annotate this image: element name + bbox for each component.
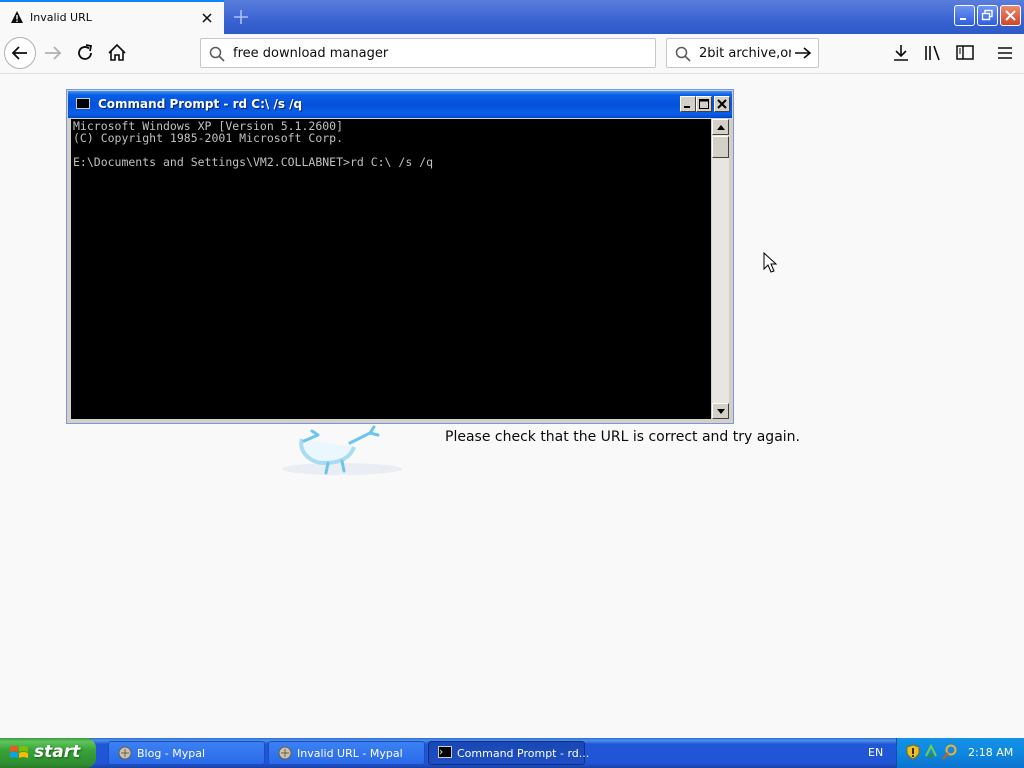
menu-button[interactable] [994, 42, 1018, 66]
search-bar[interactable] [666, 38, 819, 68]
search-magnifier-icon[interactable] [942, 744, 958, 763]
taskbar-item-command-prompt[interactable]: Command Prompt - rd... [428, 741, 589, 765]
search-icon [209, 46, 225, 65]
mypal-icon [278, 746, 292, 763]
navigation-toolbar [0, 34, 1024, 74]
home-button[interactable] [106, 42, 130, 66]
cmd-scrollbar[interactable] [712, 119, 729, 419]
warning-icon [10, 10, 24, 27]
system-tray: 2:18 AM [896, 738, 1024, 768]
taskbar-item-invalid-url[interactable]: Invalid URL - Mypal [268, 741, 425, 765]
menu-icon [998, 47, 1012, 59]
cmd-app-icon [76, 98, 90, 109]
forward-arrow-icon [45, 46, 62, 60]
close-tab-icon[interactable] [199, 10, 215, 26]
taskbar-item-label: Invalid URL - Mypal [297, 747, 403, 760]
language-indicator[interactable]: EN [868, 746, 883, 759]
windows-logo-icon [9, 744, 29, 765]
arrow-right-icon[interactable] [794, 45, 812, 64]
cmd-maximize-button[interactable] [696, 96, 712, 112]
error-message: Please check that the URL is correct and… [445, 429, 800, 445]
mouse-cursor-icon [763, 251, 779, 277]
cmd-app-icon [438, 746, 452, 761]
new-tab-plus-icon[interactable] [231, 7, 251, 27]
command-prompt-window[interactable]: Command Prompt - rd C:\ /s /q Microsoft … [66, 89, 734, 424]
console-output[interactable]: Microsoft Windows XP [Version 5.1.2600](… [71, 119, 711, 419]
back-arrow-icon [11, 46, 27, 60]
tab-invalid-url[interactable]: Invalid URL [0, 0, 224, 34]
taskbar-item-label: Command Prompt - rd... [457, 747, 590, 760]
start-label: start [34, 742, 81, 762]
search-icon [675, 46, 691, 65]
cmd-title: Command Prompt - rd C:\ /s /q [98, 97, 303, 111]
reload-button[interactable] [74, 42, 98, 66]
network-icon[interactable] [924, 743, 938, 763]
console-line: (C) Copyright 1985-2001 Microsoft Corp. [73, 131, 344, 145]
minimize-button[interactable] [954, 5, 975, 26]
cmd-minimize-button[interactable] [680, 96, 696, 112]
restore-button[interactable] [977, 5, 998, 26]
url-input[interactable] [233, 44, 643, 62]
library-icon [925, 45, 940, 61]
close-window-button[interactable] [1000, 5, 1021, 26]
home-icon [108, 43, 126, 61]
taskbar: start Blog - Mypal Invalid URL - Mypal C… [0, 738, 1024, 768]
clock: 2:18 AM [968, 746, 1014, 759]
start-button[interactable]: start [0, 738, 96, 768]
scroll-up-button[interactable] [712, 119, 729, 135]
tab-title: Invalid URL [30, 11, 92, 24]
security-shield-icon[interactable] [906, 744, 920, 763]
forward-button[interactable] [42, 42, 66, 66]
back-button[interactable] [4, 37, 36, 69]
cmd-close-button[interactable] [714, 96, 730, 112]
url-bar[interactable] [200, 38, 656, 68]
console-line: E:\Documents and Settings\VM2.COLLABNET>… [73, 155, 434, 169]
download-icon [894, 45, 908, 61]
taskbar-item-blog[interactable]: Blog - Mypal [108, 741, 265, 765]
sidebar-button[interactable] [954, 42, 978, 66]
download-button[interactable] [890, 42, 914, 66]
sidebar-icon [956, 45, 974, 60]
mypal-icon [118, 746, 132, 763]
taskbar-item-label: Blog - Mypal [137, 747, 206, 760]
scroll-down-button[interactable] [712, 403, 729, 419]
cmd-titlebar[interactable]: Command Prompt - rd C:\ /s /q [68, 91, 732, 118]
scroll-thumb[interactable] [712, 136, 729, 158]
error-illustration [262, 419, 412, 492]
search-input[interactable] [699, 44, 791, 62]
reload-icon [78, 44, 93, 60]
browser-tabstrip: Invalid URL [0, 0, 1024, 34]
library-button[interactable] [922, 42, 946, 66]
